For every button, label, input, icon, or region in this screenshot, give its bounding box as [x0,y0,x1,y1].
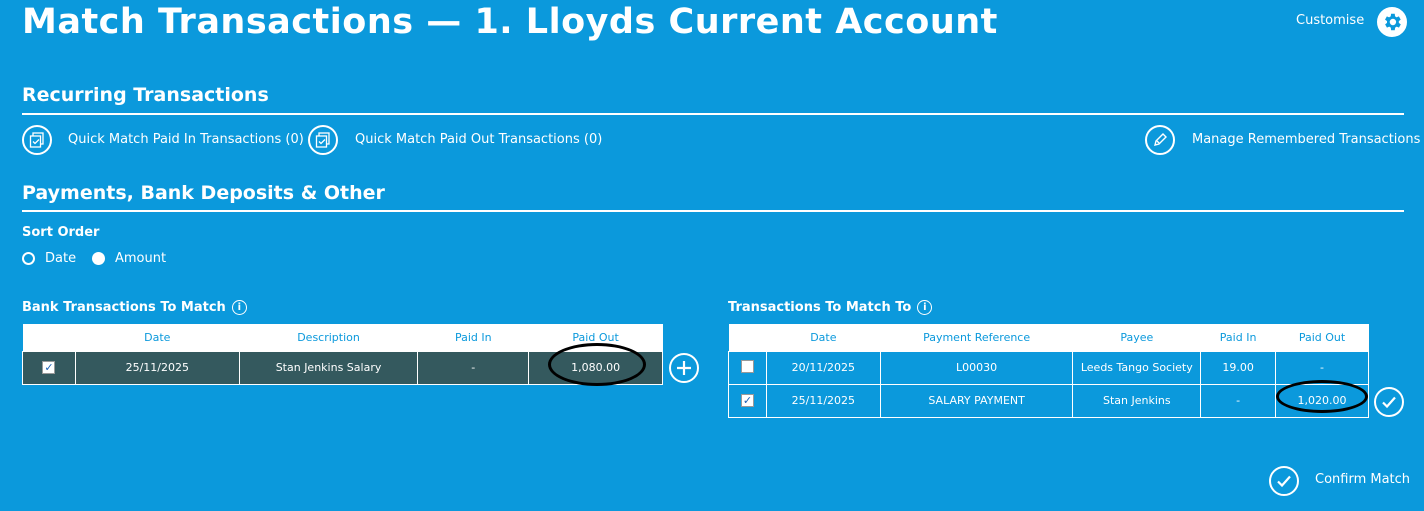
quick-match-paid-in-icon[interactable] [22,125,52,155]
column-header-payee[interactable]: Payee [1072,324,1201,351]
gear-icon[interactable] [1377,7,1407,37]
cell-paid-out: - [1275,350,1369,385]
confirm-match-icon[interactable] [1269,466,1299,496]
column-header-description[interactable]: Description [239,324,418,351]
recurring-transactions-title: Recurring Transactions [22,84,269,106]
sort-date-option[interactable]: Date [22,251,76,266]
sort-amount-label: Amount [115,251,167,266]
cell-date: 20/11/2025 [765,350,881,385]
column-header-select [22,324,76,351]
recurring-divider [22,113,1404,115]
quick-match-paid-out-icon[interactable] [308,125,338,155]
table-row[interactable]: ✓ 25/11/2025 Stan Jenkins Salary - 1,080… [22,350,663,385]
quick-match-paid-out-link[interactable]: Quick Match Paid Out Transactions (0) [355,132,602,147]
bank-transactions-label: Bank Transactions To Match i [22,300,247,315]
column-header-paid-out[interactable]: Paid Out [1275,324,1369,351]
sort-date-radio[interactable] [22,252,35,265]
match-to-label: Transactions To Match To i [728,300,933,315]
cell-payee: Leeds Tango Society [1072,350,1202,385]
cell-paid-in: - [1200,383,1277,418]
column-header-date[interactable]: Date [75,324,240,351]
quick-match-paid-in-link[interactable]: Quick Match Paid In Transactions (0) [68,132,304,147]
cell-paid-out: 1,020.00 [1275,383,1369,418]
match-to-table: Date Payment Reference Payee Paid In Pai… [728,324,1369,418]
payments-title: Payments, Bank Deposits & Other [22,182,385,204]
table-row[interactable]: 20/11/2025 L00030 Leeds Tango Society 19… [728,350,1369,385]
sort-date-label: Date [45,251,77,266]
manage-remembered-icon[interactable] [1145,125,1175,155]
column-header-select [728,324,767,351]
column-header-payment-reference[interactable]: Payment Reference [880,324,1073,351]
row-checkbox[interactable]: ✓ [42,361,56,374]
cell-payee: Stan Jenkins [1072,383,1202,418]
cell-date: 25/11/2025 [765,383,881,418]
cell-paid-in: 19.00 [1200,350,1277,385]
table-row[interactable]: ✓ 25/11/2025 SALARY PAYMENT Stan Jenkins… [728,383,1369,418]
column-header-paid-out[interactable]: Paid Out [528,324,663,351]
row-checkbox[interactable] [740,359,754,373]
cell-description: Stan Jenkins Salary [238,350,419,385]
page-title: Match Transactions — 1. Lloyds Current A… [22,2,998,42]
payments-divider [22,210,1404,212]
column-header-date[interactable]: Date [766,324,881,351]
confirm-match-button[interactable]: Confirm Match [1315,472,1410,487]
cell-reference: L00030 [879,350,1074,385]
info-icon[interactable]: i [917,300,933,315]
sort-amount-option[interactable]: Amount [92,251,166,266]
sort-amount-radio[interactable] [92,252,105,265]
cell-paid-in: - [417,350,530,385]
info-icon[interactable]: i [231,300,247,315]
column-header-paid-in[interactable]: Paid In [417,324,529,351]
manage-remembered-link[interactable]: Manage Remembered Transactions [1192,132,1420,147]
row-match-check-icon[interactable] [1374,387,1404,417]
customise-link[interactable]: Customise [1296,13,1364,28]
cell-paid-out: 1,080.00 [528,350,663,385]
row-checkbox[interactable]: ✓ [740,394,754,407]
cell-date: 25/11/2025 [74,350,240,385]
add-icon[interactable] [669,353,699,383]
sort-order-label: Sort Order [22,225,100,240]
cell-reference: SALARY PAYMENT [879,383,1074,418]
column-header-paid-in[interactable]: Paid In [1200,324,1276,351]
bank-transactions-table: Date Description Paid In Paid Out ✓ 25/1… [22,324,663,385]
